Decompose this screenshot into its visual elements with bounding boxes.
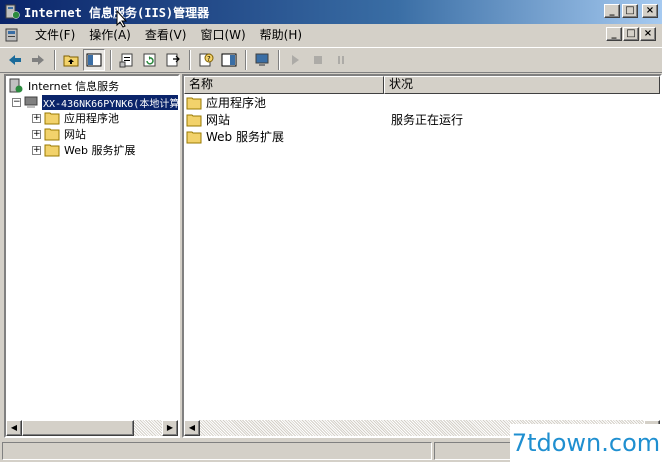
export-list-button[interactable] — [162, 49, 184, 71]
collapse-toggle[interactable]: − — [12, 97, 21, 107]
pause-icon — [338, 56, 344, 64]
tree-item-app-pools[interactable]: + 应用程序池 — [32, 110, 119, 126]
status-panel-main — [2, 442, 432, 460]
tree-root[interactable]: Internet 信息服务 — [8, 78, 119, 94]
properties-icon — [119, 53, 133, 68]
console-icon[interactable] — [4, 27, 20, 43]
toolbar: ? — [0, 47, 662, 73]
list-item[interactable]: Web 服务扩展 — [186, 128, 284, 145]
scroll-track[interactable] — [134, 420, 162, 436]
details-pane[interactable]: 名称 状况 应用程序池 网站 服务正在运行 Web 服务扩展 ◀ ▶ — [182, 74, 662, 438]
toolbar-separator — [54, 50, 56, 70]
folder-icon — [186, 131, 202, 143]
folder-up-icon — [63, 55, 79, 67]
expand-toggle[interactable]: + — [32, 145, 41, 155]
list-item-name: 网站 — [206, 113, 231, 127]
stop-button[interactable] — [307, 49, 329, 71]
title-bar[interactable]: Internet 信息服务(IIS)管理器 _ □ × — [0, 0, 662, 24]
child-minimize-button[interactable]: _ — [606, 27, 622, 41]
list-item-name: Web 服务扩展 — [206, 130, 284, 144]
tree-item-label: Web 服务扩展 — [64, 144, 136, 157]
scroll-right-button[interactable]: ▶ — [162, 420, 178, 436]
toolbar-separator — [245, 50, 247, 70]
menu-help[interactable]: 帮助(H) — [253, 26, 309, 44]
list-item[interactable]: 网站 服务正在运行 — [186, 111, 463, 128]
scroll-thumb[interactable] — [22, 420, 134, 436]
action-pane-icon — [221, 53, 237, 67]
pause-button[interactable] — [330, 49, 352, 71]
watermark: 7tdown.com — [510, 424, 662, 462]
toolbar-separator — [278, 50, 280, 70]
iis-icon — [9, 78, 23, 93]
child-close-button[interactable]: × — [640, 27, 656, 41]
folder-icon — [44, 112, 60, 125]
tree-item-label: 网站 — [64, 128, 86, 141]
server-icon — [24, 96, 38, 108]
maximize-button[interactable]: □ — [622, 4, 638, 18]
folder-icon — [186, 97, 202, 109]
folder-icon — [44, 144, 60, 157]
folder-icon — [44, 128, 60, 141]
help-icon: ? — [199, 53, 214, 67]
list-header: 名称 状况 — [184, 76, 660, 94]
start-button[interactable] — [284, 49, 306, 71]
forward-arrow-icon — [32, 55, 44, 65]
svg-text:?: ? — [207, 55, 211, 63]
back-arrow-icon — [9, 55, 21, 65]
back-button[interactable] — [4, 49, 26, 71]
tree-server-node[interactable]: − XX-436NK66PYNK6(本地计算机) — [12, 94, 178, 110]
close-button[interactable]: × — [642, 4, 658, 18]
expand-toggle[interactable]: + — [32, 113, 41, 123]
show-hide-tree-button[interactable] — [83, 49, 105, 71]
computer-button[interactable] — [251, 49, 273, 71]
toolbar-separator — [110, 50, 112, 70]
refresh-icon — [143, 53, 156, 67]
menu-view[interactable]: 查看(V) — [138, 26, 194, 44]
menu-file[interactable]: 文件(F) — [28, 26, 82, 44]
console-tree: Internet 信息服务 − XX-436NK66PYNK6(本地计算机) +… — [6, 76, 178, 422]
menu-window[interactable]: 窗口(W) — [193, 26, 252, 44]
play-icon — [292, 55, 299, 65]
tree-pane[interactable]: Internet 信息服务 − XX-436NK66PYNK6(本地计算机) +… — [4, 74, 180, 438]
minimize-button[interactable]: _ — [604, 4, 620, 18]
menu-bar: 文件(F) 操作(A) 查看(V) 窗口(W) 帮助(H) _ □ × — [0, 24, 662, 46]
tree-horizontal-scrollbar[interactable]: ◀ ▶ — [6, 420, 178, 436]
tree-item-label: 应用程序池 — [64, 112, 119, 125]
menu-action[interactable]: 操作(A) — [82, 26, 138, 44]
forward-button[interactable] — [27, 49, 49, 71]
properties-button[interactable] — [116, 49, 138, 71]
scroll-left-button[interactable]: ◀ — [6, 420, 22, 436]
tree-item-websites[interactable]: + 网站 — [32, 126, 86, 142]
up-level-button[interactable] — [60, 49, 82, 71]
list-item-name: 应用程序池 — [206, 96, 267, 110]
tree-root-label: Internet 信息服务 — [28, 80, 120, 93]
stop-icon — [314, 56, 322, 64]
refresh-button[interactable] — [139, 49, 161, 71]
list-item-status: 服务正在运行 — [391, 113, 464, 127]
child-restore-button[interactable]: □ — [623, 27, 639, 41]
list-item[interactable]: 应用程序池 — [186, 94, 266, 111]
scroll-left-button[interactable]: ◀ — [184, 420, 200, 436]
export-list-icon — [166, 53, 180, 67]
iis-icon — [5, 4, 20, 19]
tree-item-web-service-extensions[interactable]: + Web 服务扩展 — [32, 142, 135, 158]
folder-icon — [186, 114, 202, 126]
tree-server-label: XX-436NK66PYNK6(本地计算机) — [42, 94, 178, 110]
console-tree-icon — [86, 53, 102, 67]
expand-toggle[interactable]: + — [32, 129, 41, 139]
show-hide-action-pane-button[interactable] — [218, 49, 240, 71]
computer-icon — [255, 53, 269, 66]
toolbar-separator — [189, 50, 191, 70]
column-header-name[interactable]: 名称 — [184, 76, 384, 94]
help-button[interactable]: ? — [195, 49, 217, 71]
column-header-status[interactable]: 状况 — [384, 76, 660, 94]
